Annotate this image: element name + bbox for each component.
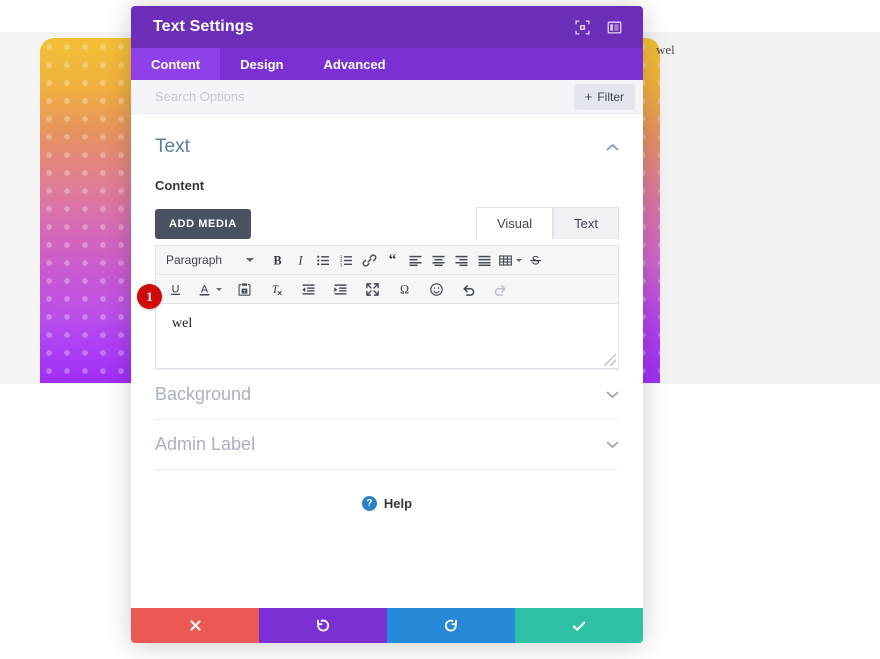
paste-as-text-icon[interactable]: T xyxy=(233,278,256,300)
modal-header: Text Settings xyxy=(131,6,643,48)
link-icon[interactable] xyxy=(358,249,381,271)
save-button[interactable] xyxy=(515,608,643,643)
emoji-icon[interactable] xyxy=(425,278,448,300)
paragraph-format-select[interactable]: Paragraph xyxy=(160,249,258,271)
tab-design[interactable]: Design xyxy=(220,48,303,80)
align-center-icon[interactable] xyxy=(427,249,450,271)
indent-icon[interactable] xyxy=(329,278,352,300)
editor-mode-tabs: Visual Text xyxy=(475,207,619,239)
section-background[interactable]: Background xyxy=(155,369,619,419)
filter-button-label: Filter xyxy=(597,89,624,104)
svg-text:Ω: Ω xyxy=(400,282,409,296)
align-right-icon[interactable] xyxy=(450,249,473,271)
section-text-title: Text xyxy=(155,136,190,157)
redo-icon[interactable] xyxy=(489,278,512,300)
editor-toolbar-row-2: U A T T Ω xyxy=(156,275,618,304)
page-preview-text: wel xyxy=(656,42,675,57)
focus-mode-icon[interactable] xyxy=(569,14,595,40)
svg-text:I: I xyxy=(297,253,303,267)
redo-button[interactable] xyxy=(387,608,515,643)
clear-formatting-icon[interactable]: T xyxy=(265,278,288,300)
section-admin-label-title: Admin Label xyxy=(155,434,256,454)
numbered-list-icon[interactable]: 1 2 3 xyxy=(335,249,358,271)
bold-icon[interactable]: B xyxy=(266,249,289,271)
filter-button[interactable]: + Filter xyxy=(573,83,635,110)
page-title: Text Settings xyxy=(153,18,254,35)
svg-text:“: “ xyxy=(389,253,397,268)
italic-icon[interactable]: I xyxy=(289,249,312,271)
editor-resize-handle[interactable] xyxy=(604,354,616,366)
section-background-title: Background xyxy=(155,384,252,404)
blockquote-icon[interactable]: “ xyxy=(381,249,404,271)
chevron-down-icon xyxy=(246,258,254,262)
tab-text[interactable]: Text xyxy=(553,207,619,239)
modal-footer xyxy=(131,608,643,643)
chevron-down-icon[interactable] xyxy=(606,388,619,401)
search-input[interactable] xyxy=(155,89,574,104)
strikethrough-icon[interactable]: S xyxy=(524,249,547,271)
section-text: Text Content ADD MEDIA Visual Text Parag… xyxy=(131,114,643,369)
add-media-button[interactable]: ADD MEDIA xyxy=(155,209,251,239)
modal-body[interactable]: Text Content ADD MEDIA Visual Text Parag… xyxy=(131,114,643,608)
search-bar: + Filter xyxy=(131,80,643,114)
help-link[interactable]: ? Help xyxy=(155,469,619,527)
underline-icon[interactable]: U xyxy=(164,278,187,300)
align-left-icon[interactable] xyxy=(404,249,427,271)
text-color-icon[interactable]: A xyxy=(195,278,224,300)
modal-tabs: Content Design Advanced xyxy=(131,48,643,80)
editor-toolbar-top: ADD MEDIA Visual Text xyxy=(155,207,619,239)
editor-text-value[interactable]: wel xyxy=(172,316,602,332)
chevron-down-icon xyxy=(516,258,522,262)
editor-content-area[interactable]: 1 wel xyxy=(137,284,618,368)
screen: wel Text Settings Content Design Advance… xyxy=(0,0,880,659)
help-label: Help xyxy=(383,496,413,511)
annotation-badge-1: 1 xyxy=(137,284,162,309)
plus-icon: + xyxy=(584,89,593,104)
special-character-icon[interactable]: Ω xyxy=(393,278,416,300)
text-settings-modal: Text Settings Content Design Advanced Se… xyxy=(131,6,643,643)
content-field-label: Content xyxy=(155,178,205,193)
align-justify-icon[interactable] xyxy=(473,249,496,271)
svg-text:T: T xyxy=(243,288,246,293)
svg-text:3: 3 xyxy=(340,262,343,267)
svg-text:B: B xyxy=(273,253,281,267)
page-right-panel xyxy=(660,32,880,384)
fullscreen-icon[interactable] xyxy=(361,278,384,300)
chevron-down-icon[interactable] xyxy=(606,438,619,451)
editor-toolbar-row-1: Paragraph B I 1 2 3 “ xyxy=(156,246,618,275)
table-icon[interactable] xyxy=(496,249,524,271)
outdent-icon[interactable] xyxy=(297,278,320,300)
tab-content[interactable]: Content xyxy=(131,48,221,80)
section-admin-label[interactable]: Admin Label xyxy=(155,419,619,469)
layout-toggle-icon[interactable] xyxy=(601,14,627,40)
section-text-header[interactable]: Text xyxy=(155,136,619,158)
chevron-up-icon[interactable] xyxy=(606,141,619,154)
undo-icon[interactable] xyxy=(457,278,480,300)
svg-text:A: A xyxy=(201,283,209,295)
undo-button[interactable] xyxy=(259,608,387,643)
paragraph-format-label: Paragraph xyxy=(166,253,223,267)
chevron-down-icon xyxy=(216,287,222,291)
tab-advanced[interactable]: Advanced xyxy=(303,48,405,80)
cancel-button[interactable] xyxy=(131,608,259,643)
rich-text-editor: Paragraph B I 1 2 3 “ U A T T Ω 1 wel xyxy=(137,245,619,369)
bulleted-list-icon[interactable] xyxy=(312,249,335,271)
help-icon: ? xyxy=(361,496,377,511)
tab-visual[interactable]: Visual xyxy=(475,207,554,239)
